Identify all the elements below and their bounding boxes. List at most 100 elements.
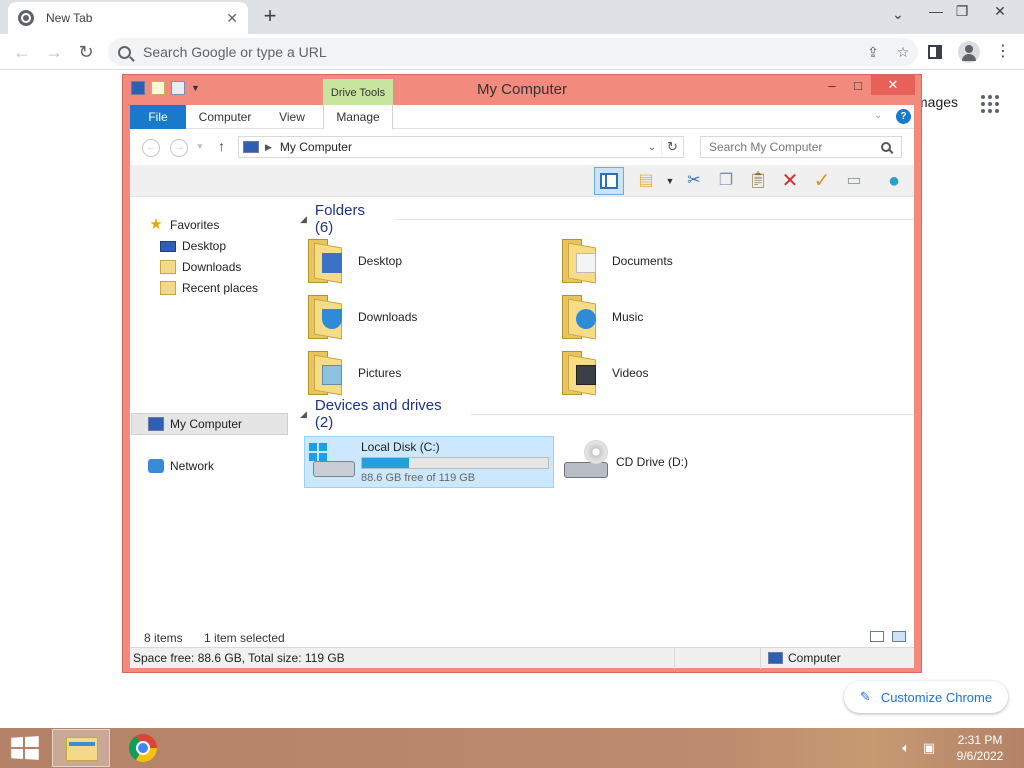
- expand-ribbon-icon[interactable]: ⌄: [874, 110, 882, 121]
- star-icon: ★: [149, 216, 163, 233]
- drive-cd-d[interactable]: CD Drive (D:): [562, 436, 762, 488]
- explorer-title-bar[interactable]: ▼ Drive Tools My Computer – □ ✕: [123, 75, 921, 105]
- breadcrumb-separator-icon[interactable]: ▶: [265, 142, 272, 153]
- network-globe-icon[interactable]: ●: [882, 169, 906, 193]
- cut-icon[interactable]: ✂: [682, 169, 706, 193]
- share-icon[interactable]: ⇪: [858, 44, 888, 61]
- properties-dropdown-icon[interactable]: ▼: [658, 169, 682, 193]
- help-icon[interactable]: ?: [896, 109, 911, 124]
- folder-label: Music: [612, 310, 644, 324]
- restore-browser-icon[interactable]: ❐: [950, 3, 974, 20]
- taskbar-chrome[interactable]: [114, 729, 172, 767]
- ntp-images-link[interactable]: mages: [916, 94, 958, 110]
- close-window-icon[interactable]: ✕: [871, 75, 915, 95]
- file-explorer-icon: [66, 737, 98, 761]
- nav-label: Recent places: [182, 281, 259, 295]
- google-apps-grid-icon[interactable]: [981, 95, 999, 113]
- nav-item-desktop[interactable]: Desktop: [160, 236, 226, 256]
- taskbar-file-explorer[interactable]: [52, 729, 110, 767]
- music-folder-icon: [562, 295, 600, 340]
- properties-icon[interactable]: ▤: [634, 169, 658, 193]
- maximize-window-icon[interactable]: □: [847, 75, 869, 97]
- omnibox-placeholder[interactable]: Search Google or type a URL: [143, 44, 858, 60]
- desktop-icon: [160, 240, 176, 252]
- collapse-triangle-icon[interactable]: ◢: [300, 409, 307, 420]
- close-browser-icon[interactable]: ✕: [988, 3, 1012, 20]
- nav-item-network[interactable]: Network: [148, 456, 214, 476]
- minimize-browser-icon[interactable]: —: [924, 3, 948, 19]
- address-dropdown-icon[interactable]: ⌄: [643, 142, 661, 153]
- tab-search-chevron-icon[interactable]: ⌄: [886, 6, 910, 23]
- folder-label: Documents: [612, 254, 673, 268]
- chrome-toolbar: ← → ↻ Search Google or type a URL ⇪ ☆ ⋮: [0, 34, 1024, 70]
- folder-videos[interactable]: Videos: [562, 348, 648, 398]
- tab-file[interactable]: File: [130, 105, 186, 129]
- search-placeholder[interactable]: Search My Computer: [709, 140, 881, 154]
- bookmark-star-icon[interactable]: ☆: [888, 44, 918, 61]
- system-clock[interactable]: 2:31 PM 9/6/2022: [944, 732, 1016, 764]
- navigation-pane-toggle-icon[interactable]: [594, 167, 624, 195]
- tab-view[interactable]: View: [268, 105, 316, 129]
- refresh-icon[interactable]: ↻: [661, 139, 683, 155]
- side-panel-icon[interactable]: [924, 41, 946, 63]
- network-tray-icon[interactable]: ▣: [921, 740, 937, 756]
- folder-documents[interactable]: Documents: [562, 236, 673, 286]
- group-title: Folders (6): [314, 202, 365, 236]
- delete-icon[interactable]: ✕: [778, 169, 802, 193]
- folder-label: Desktop: [358, 254, 403, 268]
- address-text[interactable]: My Computer: [280, 140, 643, 154]
- capacity-bar-fill: [362, 458, 410, 468]
- command-bar: ▤ ▼ ✂ ❐ 📋︎ ✕ ✓ ▭ ●: [130, 165, 914, 197]
- customize-chrome-button[interactable]: ✎ Customize Chrome: [844, 681, 1008, 713]
- forward-arrow-icon[interactable]: →: [42, 40, 66, 64]
- folder-music[interactable]: Music: [562, 292, 643, 342]
- chrome-icon: [129, 734, 157, 762]
- up-arrow-icon[interactable]: ↑: [218, 138, 225, 154]
- rename-field-icon[interactable]: ▭: [842, 169, 866, 193]
- large-icons-view-icon[interactable]: [892, 631, 906, 642]
- search-icon: [118, 45, 131, 59]
- folders-group-header[interactable]: ◢ Folders (6): [300, 202, 914, 236]
- profile-avatar-icon[interactable]: [958, 41, 980, 63]
- tab-manage[interactable]: Manage: [323, 105, 393, 129]
- details-view-icon[interactable]: [870, 631, 884, 642]
- folder-desktop[interactable]: Desktop: [308, 236, 402, 286]
- search-input[interactable]: Search My Computer: [700, 136, 902, 158]
- nav-item-downloads[interactable]: Downloads: [160, 257, 241, 277]
- minimize-window-icon[interactable]: –: [821, 75, 843, 97]
- chrome-tab-strip: New Tab ✕ + ⌄ — ❐ ✕: [0, 0, 1024, 34]
- new-tab-button[interactable]: +: [258, 4, 282, 28]
- drive-local-disk-c[interactable]: Local Disk (C:) 88.6 GB free of 119 GB: [304, 436, 554, 488]
- folder-downloads[interactable]: Downloads: [308, 292, 417, 342]
- tab-new-tab[interactable]: New Tab ✕: [8, 2, 248, 34]
- copy-icon[interactable]: ❐: [714, 169, 738, 193]
- reload-icon[interactable]: ↻: [74, 40, 98, 64]
- address-bar[interactable]: ▶ My Computer ⌄ ↻: [238, 136, 684, 158]
- documents-folder-icon: [562, 239, 600, 284]
- tab-computer[interactable]: Computer: [192, 105, 258, 129]
- tab-close-icon[interactable]: ✕: [226, 10, 238, 27]
- location-zone: Computer: [788, 651, 841, 665]
- window-title: My Computer: [476, 81, 568, 98]
- omnibox[interactable]: Search Google or type a URL ⇪ ☆: [108, 38, 918, 66]
- collapse-triangle-icon[interactable]: ◢: [300, 214, 307, 225]
- search-icon[interactable]: [881, 142, 891, 152]
- chrome-menu-kebab-icon[interactable]: ⋮: [992, 41, 1014, 63]
- folder-label: Downloads: [358, 310, 418, 324]
- windows-start-icon[interactable]: [11, 736, 39, 760]
- rename-check-icon[interactable]: ✓: [810, 169, 834, 193]
- divider: [760, 648, 761, 669]
- folder-pictures[interactable]: Pictures: [308, 348, 401, 398]
- nav-item-recent-places[interactable]: Recent places: [160, 278, 258, 298]
- paste-icon[interactable]: 📋︎: [746, 169, 770, 193]
- recent-locations-icon[interactable]: ▼: [196, 142, 204, 151]
- nav-item-my-computer[interactable]: My Computer: [148, 414, 242, 434]
- cd-drive-icon: [564, 440, 612, 484]
- back-icon[interactable]: ←: [142, 139, 160, 157]
- back-arrow-icon[interactable]: ←: [10, 40, 34, 64]
- devices-group-header[interactable]: ◢ Devices and drives (2): [300, 397, 914, 431]
- nav-item-favorites[interactable]: ★ Favorites: [148, 215, 219, 235]
- clock-time: 2:31 PM: [957, 733, 1003, 747]
- volume-muted-icon[interactable]: 🔈︎: [898, 740, 914, 756]
- forward-icon[interactable]: →: [170, 139, 188, 157]
